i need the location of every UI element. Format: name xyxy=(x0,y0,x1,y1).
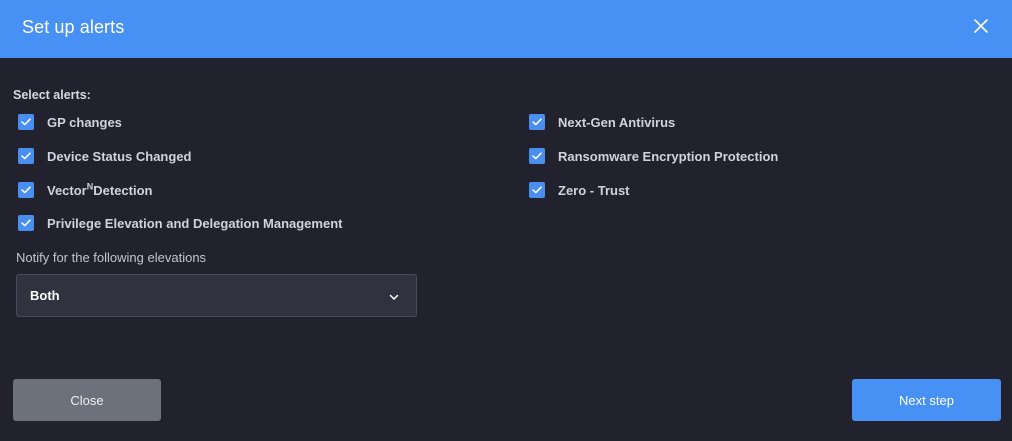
select-alerts-label: Select alerts: xyxy=(13,88,91,102)
next-step-button[interactable]: Next step xyxy=(852,379,1001,421)
checkbox-checked-icon[interactable] xyxy=(18,215,34,231)
elevations-select[interactable]: Both xyxy=(16,274,417,317)
alert-option-label: Next-Gen Antivirus xyxy=(558,114,676,130)
alert-option-vector-detection[interactable]: VectorNDetection xyxy=(18,180,152,200)
checkbox-checked-icon[interactable] xyxy=(529,182,545,198)
alert-option-label: VectorNDetection xyxy=(47,182,153,198)
setup-alerts-dialog: Set up alerts Select alerts: GP changes … xyxy=(0,0,1012,441)
notify-elevations-label: Notify for the following elevations xyxy=(16,250,207,265)
label-prefix: Vector xyxy=(47,182,87,198)
alert-option-zero-trust[interactable]: Zero - Trust xyxy=(529,180,630,200)
elevations-select-value: Both xyxy=(30,288,60,303)
close-button[interactable]: Close xyxy=(13,379,161,421)
dialog-title: Set up alerts xyxy=(22,17,125,37)
checkbox-checked-icon[interactable] xyxy=(529,148,545,164)
label-suffix: Detection xyxy=(93,182,153,198)
dialog-header: Set up alerts xyxy=(0,0,1012,58)
alert-option-label: Device Status Changed xyxy=(47,148,192,164)
alert-option-label: GP changes xyxy=(47,114,122,130)
alert-option-privilege-elevation[interactable]: Privilege Elevation and Delegation Manag… xyxy=(18,213,342,233)
close-icon[interactable] xyxy=(972,17,990,35)
checkbox-checked-icon[interactable] xyxy=(18,148,34,164)
alert-option-ransomware-encryption[interactable]: Ransomware Encryption Protection xyxy=(529,146,778,166)
alert-option-gp-changes[interactable]: GP changes xyxy=(18,112,122,132)
checkbox-checked-icon[interactable] xyxy=(18,182,34,198)
alert-option-label: Zero - Trust xyxy=(558,182,630,198)
alert-option-device-status-changed[interactable]: Device Status Changed xyxy=(18,146,192,166)
alert-option-next-gen-antivirus[interactable]: Next-Gen Antivirus xyxy=(529,112,675,132)
checkbox-checked-icon[interactable] xyxy=(529,114,545,130)
chevron-down-icon[interactable] xyxy=(388,290,400,302)
alert-option-label: Privilege Elevation and Delegation Manag… xyxy=(47,215,343,231)
checkbox-checked-icon[interactable] xyxy=(18,114,34,130)
alert-option-label: Ransomware Encryption Protection xyxy=(558,148,779,164)
